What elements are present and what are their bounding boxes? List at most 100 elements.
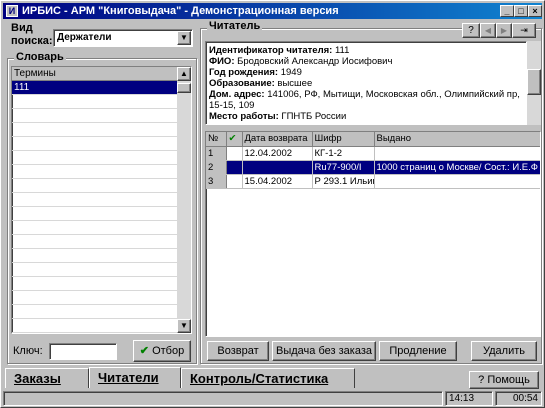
close-button[interactable]: × [528,5,542,17]
info-value: Бродовский Александр Иосифович [237,56,393,67]
chevron-down-icon[interactable]: ▼ [177,31,191,45]
tab-readers[interactable]: Читатели [89,367,181,388]
list-item[interactable] [12,151,191,165]
row-date: 12.04.2002 [242,146,313,161]
scroll-thumb[interactable] [177,83,191,93]
terms-scrollbar[interactable]: ▲ ▼ [177,67,191,333]
table-row[interactable]: 1 12.04.2002 КГ-1-2 [206,146,540,161]
select-button[interactable]: ✔ Отбор [133,340,191,362]
list-item[interactable] [12,165,191,179]
list-item[interactable] [12,305,191,319]
key-input[interactable] [49,343,117,360]
row-number: 2 [206,160,227,175]
terms-list-header: Термины [12,67,191,81]
info-value: ГПНТБ России [281,111,347,122]
status-main [3,391,443,406]
list-item[interactable] [12,179,191,193]
minimize-button[interactable]: _ [500,5,514,17]
tab-control-statistics[interactable]: Контроль/Статистика [181,368,355,388]
tab-orders[interactable]: Заказы [5,368,89,388]
row-issued: 1000 страниц о Москве/ Сост.: И.Е.Ф [374,160,540,175]
app-icon: И [6,5,18,17]
help-button[interactable]: ? Помощь [469,371,539,389]
check-icon[interactable]: ✔ [226,132,243,147]
issue-without-order-button[interactable]: Выдача без заказа [272,341,376,361]
title-bar[interactable]: И ИРБИС - АРМ "Книговыдача" - Демонстрац… [3,3,542,19]
row-code: Р 293.1 Ильин. [312,174,375,189]
list-item[interactable] [12,291,191,305]
search-type-value: Держатели [57,32,112,43]
list-item[interactable] [12,249,191,263]
list-item[interactable] [12,123,191,137]
list-item[interactable] [12,137,191,151]
status-bar: 14:13 00:54 [3,390,542,407]
col-header[interactable]: № [206,132,227,147]
select-button-label: Отбор [152,345,185,357]
info-key: Идентификатор читателя: [209,45,333,56]
help-icon[interactable]: ? [462,23,480,38]
info-value: высшее [277,78,313,89]
list-item[interactable] [12,263,191,277]
row-date [242,160,313,175]
info-value: 1949 [280,67,302,78]
window-title: ИРБИС - АРМ "Книговыдача" - Демонстрацио… [22,5,339,17]
status-time-1: 14:13 [445,391,493,406]
info-scrollbar[interactable] [527,41,541,125]
list-item[interactable] [12,95,191,109]
info-line: Место работы: ГПНТБ России [209,111,523,122]
list-item[interactable] [12,221,191,235]
search-type-label: Вид поиска: [11,22,53,47]
main-window: И ИРБИС - АРМ "Книговыдача" - Демонстрац… [0,0,545,408]
loans-table[interactable]: № ✔ Дата возврата Шифр Выдано 1 12.04.20… [205,131,541,337]
status-time-2: 00:54 [495,391,542,406]
terms-list[interactable]: Термины 111 [11,66,192,334]
scroll-down-icon[interactable]: ▼ [177,319,191,333]
filter-icon[interactable]: ⇥ [512,23,536,38]
extend-button[interactable]: Продление [379,341,457,361]
delete-button[interactable]: Удалить [471,341,537,361]
help-button-label: Помощь [487,374,530,386]
list-item[interactable] [12,193,191,207]
search-type-select[interactable]: Держатели ▼ [53,29,193,47]
info-line: ФИО: Бродовский Александр Иосифович [209,56,523,67]
key-label: Ключ: [13,345,43,357]
check-icon: ✔ [139,345,149,357]
info-key: Год рождения: [209,67,279,78]
info-key: Место работы: [209,111,279,122]
dictionary-label: Словарь [14,51,66,63]
scroll-thumb[interactable] [527,69,541,95]
table-row[interactable]: 2 Ru77-900/I 1000 страниц о Москве/ Сост… [206,160,540,175]
row-check[interactable] [226,174,243,189]
row-check[interactable] [226,160,243,175]
scroll-up-icon[interactable]: ▲ [177,67,191,81]
info-line: Образование: высшее [209,78,523,89]
reader-label: Читатель [207,20,263,32]
reader-info: Идентификатор читателя: 111 ФИО: Бродовс… [205,41,527,125]
info-line: Идентификатор читателя: 111 [209,45,523,56]
list-item[interactable] [12,235,191,249]
info-key: Дом. адрес: [209,89,265,100]
row-check[interactable] [226,146,243,161]
table-row[interactable]: 3 15.04.2002 Р 293.1 Ильин. [206,174,540,189]
list-item[interactable] [12,277,191,291]
col-header[interactable]: Шифр [312,132,375,147]
question-icon: ? [478,374,485,386]
maximize-button[interactable]: □ [514,5,528,17]
left-arrow-icon[interactable]: ◀ [480,23,496,38]
row-issued [374,174,540,189]
row-issued [374,146,540,161]
list-item[interactable] [12,109,191,123]
row-code: Ru77-900/I [312,160,375,175]
list-item[interactable] [12,207,191,221]
row-number: 3 [206,174,227,189]
list-item[interactable]: 111 [12,81,191,95]
return-button[interactable]: Возврат [207,341,269,361]
row-date: 15.04.2002 [242,174,313,189]
row-number: 1 [206,146,227,161]
col-header[interactable]: Выдано [374,132,540,147]
right-arrow-icon[interactable]: ▶ [496,23,512,38]
info-key: ФИО: [209,56,235,67]
list-item[interactable] [12,319,191,333]
col-header[interactable]: Дата возврата [242,132,313,147]
table-header: № ✔ Дата возврата Шифр Выдано [206,132,540,147]
